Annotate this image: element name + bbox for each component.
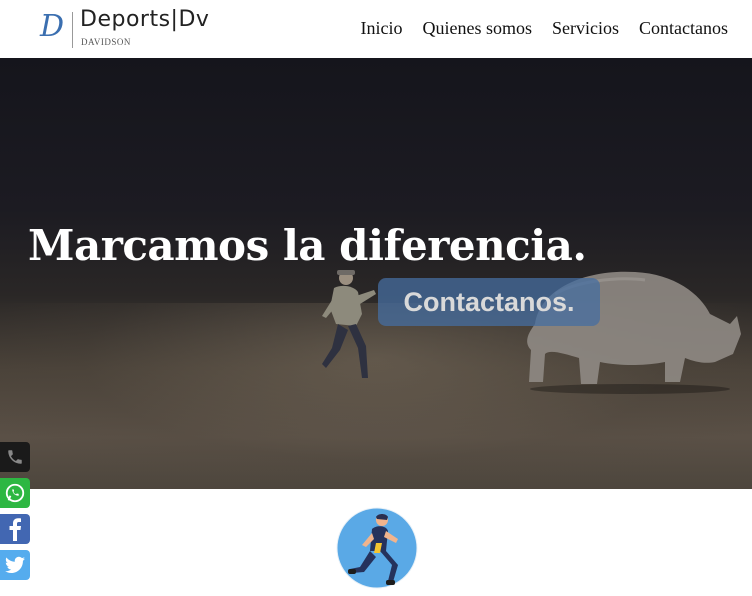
whatsapp-icon — [5, 483, 25, 503]
logo-mark: D — [40, 9, 65, 44]
contact-button[interactable]: Contactanos. — [378, 278, 600, 326]
facebook-button[interactable] — [0, 514, 30, 544]
site-header: D Deports|Dv DAVIDSON Inicio Quienes som… — [0, 0, 752, 58]
main-nav: Inicio Quienes somos Servicios Contactan… — [361, 18, 728, 39]
nav-inicio[interactable]: Inicio — [361, 18, 403, 39]
logo-divider — [72, 12, 73, 48]
brand-name: Deports|Dv — [80, 7, 210, 32]
facebook-icon — [9, 518, 21, 541]
phone-button[interactable] — [0, 442, 30, 472]
nav-servicios[interactable]: Servicios — [552, 18, 619, 39]
brand-logo[interactable]: D Deports|Dv DAVIDSON — [40, 6, 240, 52]
twitter-icon — [5, 556, 25, 573]
twitter-button[interactable] — [0, 550, 30, 580]
brand-subtitle: DAVIDSON — [81, 37, 131, 47]
phone-icon — [8, 450, 22, 464]
running-athlete-icon — [336, 507, 418, 589]
runner-person-image — [322, 270, 376, 378]
whatsapp-button[interactable] — [0, 478, 30, 508]
hero-banner: Marcamos la diferencia. Contactanos. — [0, 58, 752, 489]
nav-contactanos[interactable]: Contactanos — [639, 18, 728, 39]
hero-title: Marcamos la diferencia. — [28, 221, 587, 271]
social-sidebar — [0, 442, 30, 586]
nav-quienes-somos[interactable]: Quienes somos — [423, 18, 533, 39]
